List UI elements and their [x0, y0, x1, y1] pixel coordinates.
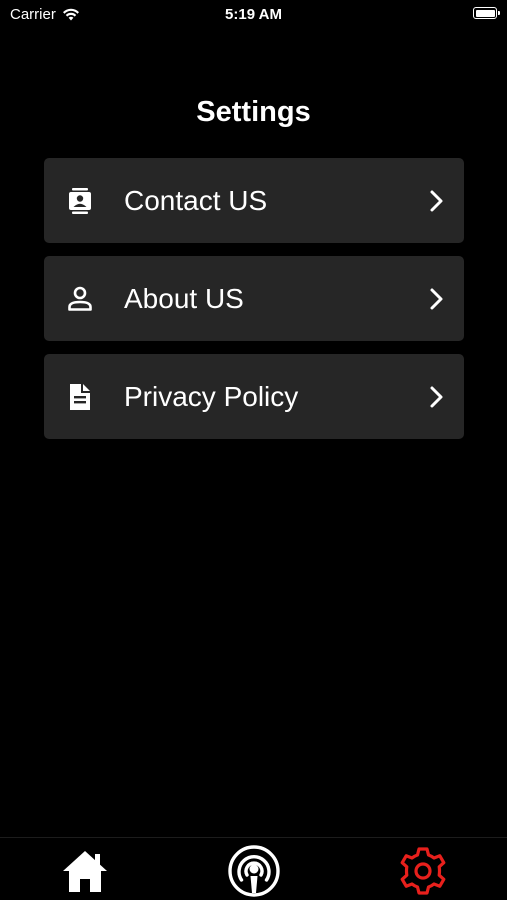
tab-home[interactable]	[55, 844, 115, 898]
gear-icon	[400, 847, 446, 895]
tab-podcasts[interactable]	[224, 844, 284, 898]
about-us-label: About US	[124, 283, 244, 314]
tab-bar	[0, 837, 507, 900]
privacy-policy-label: Privacy Policy	[124, 381, 299, 412]
podcast-icon	[228, 845, 280, 897]
battery-icon	[473, 7, 500, 19]
contact-us-label: Contact US	[124, 185, 268, 216]
status-time: 5:19 AM	[225, 6, 282, 23]
contact-us-row[interactable]: Contact US	[44, 158, 464, 243]
settings-list: Contact US About US Privacy Policy	[44, 158, 464, 452]
home-icon	[63, 851, 107, 892]
chevron-right-icon	[430, 386, 443, 408]
person-icon	[66, 285, 94, 313]
status-bar: Carrier 5:19 AM	[0, 0, 507, 30]
chevron-right-icon	[430, 190, 443, 212]
about-us-row[interactable]: About US	[44, 256, 464, 341]
tab-settings[interactable]	[393, 844, 453, 898]
privacy-policy-row[interactable]: Privacy Policy	[44, 354, 464, 439]
document-icon	[66, 383, 94, 411]
page-title: Settings	[196, 96, 311, 128]
contact-card-icon	[66, 187, 94, 215]
chevron-right-icon	[430, 288, 443, 310]
